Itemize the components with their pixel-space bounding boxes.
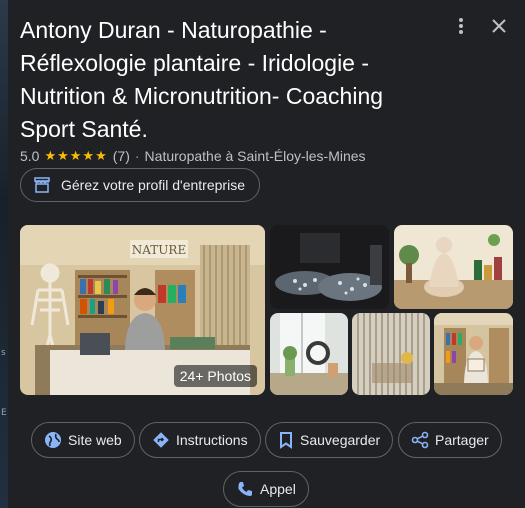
photo-office-portrait[interactable] (434, 313, 513, 395)
rating-value: 5.0 (20, 148, 40, 164)
call-label: Appel (260, 481, 296, 497)
edge-mark: s (1, 348, 6, 358)
nature-sign: NATURE (132, 243, 186, 257)
share-button[interactable]: Partager (398, 422, 502, 458)
business-category: Naturopathe à Saint-Éloy-les-Mines (144, 148, 366, 164)
manage-profile-button[interactable]: Gérez votre profil d'entreprise (20, 168, 260, 202)
directions-icon (152, 431, 170, 449)
call-button[interactable]: Appel (223, 471, 309, 507)
separator-dot: · (134, 148, 140, 164)
rating-row: 5.0 ★★★★★ (7) · Naturopathe à Saint-Éloy… (20, 148, 366, 164)
manage-profile-label: Gérez votre profil d'entreprise (61, 177, 245, 193)
save-button[interactable]: Sauvegarder (265, 422, 394, 458)
directions-button[interactable]: Instructions (139, 422, 261, 458)
globe-icon (44, 431, 62, 449)
website-button[interactable]: Site web (31, 422, 135, 458)
bookmark-icon (278, 431, 294, 449)
business-panel: Antony Duran - Naturopathie - Réflexolog… (8, 0, 525, 508)
photo-main[interactable]: NATURE 24+ Photos (20, 225, 265, 395)
directions-label: Instructions (176, 432, 248, 448)
panel-top-icons (449, 14, 511, 38)
background-map-edge: s E (0, 0, 8, 508)
more-vert-icon[interactable] (449, 14, 473, 38)
photo-window-plants[interactable] (270, 313, 348, 395)
phone-icon (236, 480, 254, 498)
share-label: Partager (435, 432, 489, 448)
website-label: Site web (68, 432, 122, 448)
photo-statue[interactable] (394, 225, 513, 309)
business-title: Antony Duran - Naturopathie - Réflexolog… (20, 17, 384, 142)
photo-count-label[interactable]: 24+ Photos (173, 365, 257, 387)
photo-bead-curtain[interactable] (352, 313, 430, 395)
edge-mark: E (1, 408, 7, 418)
storefront-icon (33, 176, 51, 194)
share-icon (411, 431, 429, 449)
star-rating: ★★★★★ (44, 148, 108, 163)
save-label: Sauvegarder (300, 432, 381, 448)
photo-light-room[interactable] (270, 225, 389, 309)
review-count[interactable]: (7) (113, 148, 130, 164)
close-icon[interactable] (487, 14, 511, 38)
